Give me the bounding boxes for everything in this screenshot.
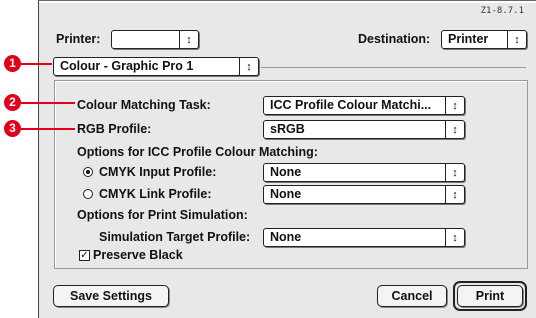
callout-2-leader bbox=[21, 102, 75, 104]
print-dialog: Z1-8.7.1 Printer: ↕ Destination: Printer… bbox=[38, 0, 536, 318]
rgb-profile-popup[interactable]: sRGB ↕ bbox=[263, 120, 465, 139]
destination-popup-value: Printer bbox=[448, 32, 489, 46]
simulation-target-value: None bbox=[270, 230, 302, 244]
callout-1: 1 bbox=[4, 55, 21, 72]
cancel-button[interactable]: Cancel bbox=[377, 285, 447, 307]
printer-label: Printer: bbox=[56, 32, 101, 46]
cmyk-input-popup[interactable]: None ↕ bbox=[263, 163, 465, 182]
up-down-arrows-icon: ↕ bbox=[507, 31, 526, 48]
panel-separator bbox=[261, 67, 526, 68]
preserve-black-label: Preserve Black bbox=[93, 248, 183, 262]
print-button[interactable]: Print bbox=[457, 285, 523, 307]
printer-popup[interactable]: ↕ bbox=[111, 30, 199, 49]
panel-popup[interactable]: Colour - Graphic Pro 1 ↕ bbox=[53, 57, 259, 76]
cmyk-link-value: None bbox=[270, 187, 302, 201]
preserve-black-checkbox[interactable]: ✓ bbox=[79, 250, 90, 261]
simulation-target-popup[interactable]: None ↕ bbox=[263, 228, 465, 247]
up-down-arrows-icon: ↕ bbox=[445, 229, 464, 246]
destination-label: Destination: bbox=[358, 32, 431, 46]
colour-matching-task-popup[interactable]: ICC Profile Colour Matchi... ↕ bbox=[263, 96, 465, 115]
up-down-arrows-icon: ↕ bbox=[445, 97, 464, 114]
cmyk-input-value: None bbox=[270, 165, 302, 179]
up-down-arrows-icon: ↕ bbox=[445, 164, 464, 181]
print-simulation-heading: Options for Print Simulation: bbox=[77, 208, 248, 222]
destination-popup[interactable]: Printer ↕ bbox=[441, 30, 527, 49]
up-down-arrows-icon: ↕ bbox=[445, 186, 464, 203]
colour-matching-task-value: ICC Profile Colour Matchi... bbox=[270, 98, 432, 112]
version-label: Z1-8.7.1 bbox=[480, 6, 524, 16]
cmyk-link-label: CMYK Link Profile: bbox=[99, 187, 212, 201]
up-down-arrows-icon: ↕ bbox=[179, 31, 198, 48]
rgb-profile-value: sRGB bbox=[270, 122, 305, 136]
cmyk-link-radio[interactable] bbox=[83, 189, 93, 199]
icc-options-heading: Options for ICC Profile Colour Matching: bbox=[77, 145, 318, 159]
checkmark-icon: ✓ bbox=[80, 250, 89, 261]
cmyk-input-radio[interactable] bbox=[83, 167, 93, 177]
cmyk-input-label: CMYK Input Profile: bbox=[99, 165, 217, 179]
callout-3: 3 bbox=[4, 120, 21, 137]
dialog-top-edge bbox=[39, 1, 536, 3]
rgb-profile-label: RGB Profile: bbox=[77, 122, 152, 136]
up-down-arrows-icon: ↕ bbox=[239, 58, 258, 75]
callout-2: 2 bbox=[4, 94, 21, 111]
callout-3-leader bbox=[21, 128, 75, 130]
cmyk-link-popup[interactable]: None ↕ bbox=[263, 185, 465, 204]
up-down-arrows-icon: ↕ bbox=[445, 121, 464, 138]
simulation-target-label: Simulation Target Profile: bbox=[99, 230, 251, 244]
callout-1-leader bbox=[21, 63, 52, 65]
panel-popup-value: Colour - Graphic Pro 1 bbox=[60, 59, 194, 73]
colour-matching-task-label: Colour Matching Task: bbox=[77, 98, 211, 112]
save-settings-button[interactable]: Save Settings bbox=[53, 285, 169, 307]
